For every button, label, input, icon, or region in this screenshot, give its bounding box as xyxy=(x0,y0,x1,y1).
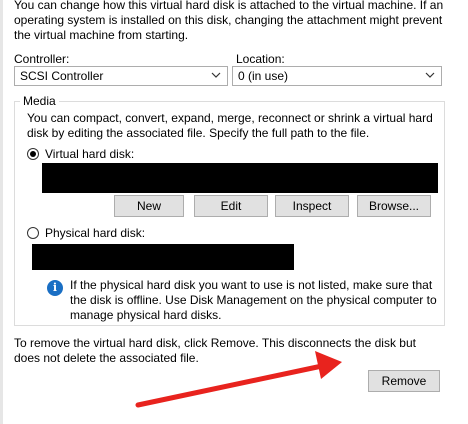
physical-hard-disk-label: Physical hard disk: xyxy=(45,226,146,240)
virtual-hard-disk-label: Virtual hard disk: xyxy=(45,147,135,161)
location-label: Location: xyxy=(236,52,285,66)
controller-label: Controller: xyxy=(14,52,70,66)
controller-select[interactable]: SCSI Controller xyxy=(14,66,228,86)
physical-hard-disk-radio[interactable] xyxy=(27,227,39,239)
media-description: You can compact, convert, expand, merge,… xyxy=(27,111,433,140)
chevron-down-icon xyxy=(211,72,221,78)
controller-value: SCSI Controller xyxy=(20,69,104,83)
inspect-button[interactable]: Inspect xyxy=(275,195,349,217)
media-legend: Media xyxy=(20,94,59,108)
physical-disk-select[interactable] xyxy=(32,244,294,270)
info-icon: i xyxy=(47,280,63,296)
virtual-hard-disk-radio[interactable] xyxy=(27,148,39,160)
remove-button[interactable]: Remove xyxy=(368,370,440,392)
remove-instructions: To remove the virtual hard disk, click R… xyxy=(14,336,416,365)
browse-button[interactable]: Browse... xyxy=(357,195,431,217)
location-value: 0 (in use) xyxy=(238,69,289,83)
intro-text: You can change how this virtual hard dis… xyxy=(14,0,444,42)
chevron-down-icon xyxy=(425,72,435,78)
edit-button[interactable]: Edit xyxy=(194,195,268,217)
physical-disk-info-text: If the physical hard disk you want to us… xyxy=(70,278,437,322)
panel-left-border xyxy=(0,0,3,424)
new-button[interactable]: New xyxy=(114,195,184,217)
virtual-disk-path-input[interactable] xyxy=(42,163,438,193)
location-select[interactable]: 0 (in use) xyxy=(232,66,442,86)
